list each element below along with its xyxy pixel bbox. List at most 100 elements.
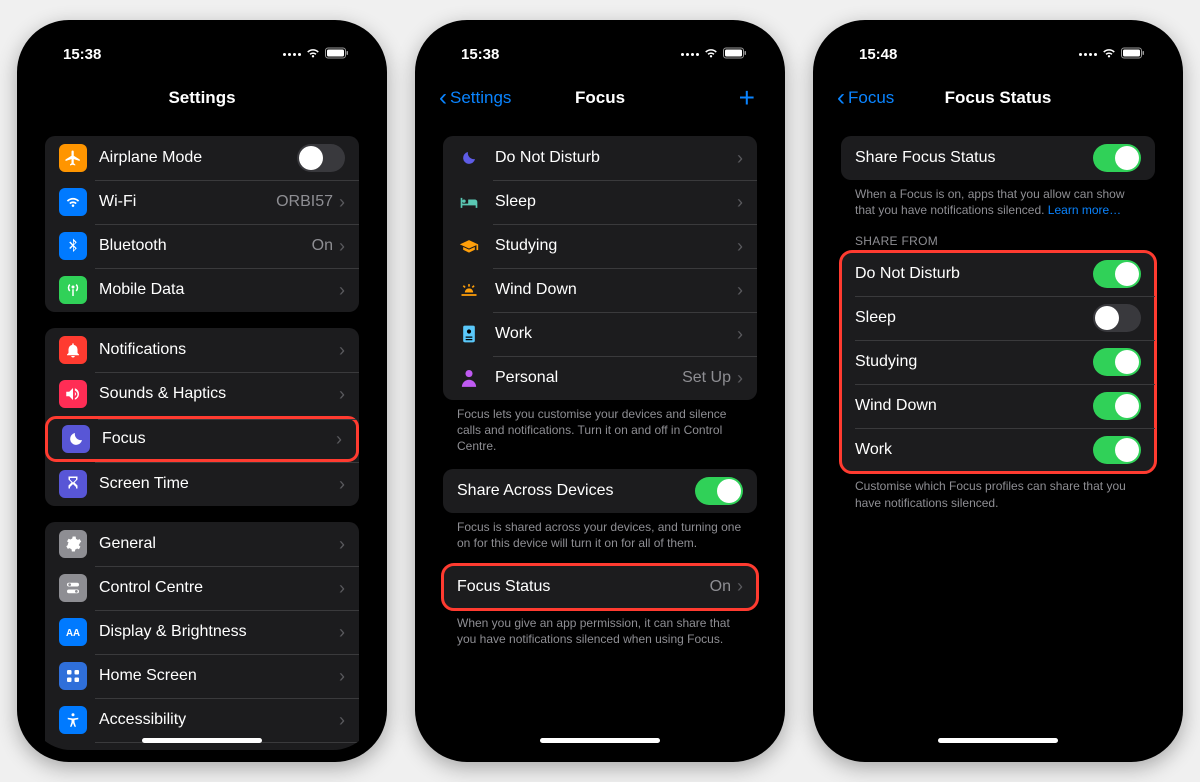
share-status-footer: When a Focus is on, apps that you allow … <box>841 180 1155 220</box>
home-indicator[interactable] <box>938 738 1058 743</box>
row-share-studying[interactable]: Studying <box>841 340 1155 384</box>
row-focus-status[interactable]: Focus Status On › <box>443 565 757 609</box>
row-share-focus-status[interactable]: Share Focus Status <box>841 136 1155 180</box>
share-from-footer: Customise which Focus profiles can share… <box>841 472 1155 512</box>
notch <box>923 32 1073 58</box>
row-label: Mobile Data <box>99 281 339 299</box>
settings-group-general: General › Control Centre › AA Display & … <box>45 522 359 750</box>
bluetooth-icon <box>59 232 87 260</box>
row-label: Sleep <box>855 309 1093 327</box>
add-button[interactable]: + <box>739 84 755 112</box>
row-label: Display & Brightness <box>99 623 339 641</box>
sunset-icon <box>457 282 481 298</box>
row-share-wind-down[interactable]: Wind Down <box>841 384 1155 428</box>
badge-icon <box>457 324 481 344</box>
nav-bar: Settings <box>29 76 375 120</box>
row-focus[interactable]: Focus › <box>45 416 359 462</box>
focus-status-footer: When you give an app permission, it can … <box>443 609 757 649</box>
row-studying[interactable]: Studying › <box>443 224 757 268</box>
row-label: Sleep <box>495 193 737 211</box>
row-personal[interactable]: Personal Set Up › <box>443 356 757 400</box>
row-sounds-haptics[interactable]: Sounds & Haptics › <box>45 372 359 416</box>
status-time: 15:48 <box>859 46 897 63</box>
home-indicator[interactable] <box>540 738 660 743</box>
grid-icon <box>59 662 87 690</box>
chevron-icon: › <box>339 710 345 731</box>
gear-icon <box>59 530 87 558</box>
row-label: Do Not Disturb <box>855 265 1093 283</box>
row-detail: ORBI57 <box>276 193 333 211</box>
signal-icon <box>1079 53 1097 56</box>
person-icon <box>457 369 481 387</box>
row-wallpaper[interactable]: Wallpaper › <box>45 742 359 750</box>
chevron-icon: › <box>339 384 345 405</box>
chevron-icon: › <box>339 236 345 257</box>
share-work-toggle[interactable] <box>1093 436 1141 464</box>
row-label: Studying <box>495 237 737 255</box>
moon-icon <box>62 425 90 453</box>
share-sleep-toggle[interactable] <box>1093 304 1141 332</box>
row-share-across-devices[interactable]: Share Across Devices <box>443 469 757 513</box>
row-work[interactable]: Work › <box>443 312 757 356</box>
row-display-brightness[interactable]: AA Display & Brightness › <box>45 610 359 654</box>
notch <box>525 32 675 58</box>
row-label: General <box>99 535 339 553</box>
signal-icon <box>681 53 699 56</box>
row-wifi[interactable]: Wi-Fi ORBI57 › <box>45 180 359 224</box>
share-dnd-toggle[interactable] <box>1093 260 1141 288</box>
row-label: Accessibility <box>99 711 339 729</box>
graduation-cap-icon <box>457 238 481 254</box>
row-control-centre[interactable]: Control Centre › <box>45 566 359 610</box>
row-share-sleep[interactable]: Sleep <box>841 296 1155 340</box>
share-across-group: Share Across Devices <box>443 469 757 513</box>
chevron-icon: › <box>737 148 743 169</box>
notch <box>127 32 277 58</box>
row-screen-time[interactable]: Screen Time › <box>45 462 359 506</box>
row-detail: On <box>312 237 333 255</box>
home-indicator[interactable] <box>142 738 262 743</box>
chevron-icon: › <box>336 429 342 450</box>
learn-more-link[interactable]: Learn more… <box>1048 203 1121 217</box>
focus-modes-group: Do Not Disturb › Sleep › Studying › Wind… <box>443 136 757 400</box>
row-share-work[interactable]: Work <box>841 428 1155 472</box>
wifi-status-icon <box>703 46 719 63</box>
row-do-not-disturb[interactable]: Do Not Disturb › <box>443 136 757 180</box>
share-studying-toggle[interactable] <box>1093 348 1141 376</box>
share-wind-down-toggle[interactable] <box>1093 392 1141 420</box>
row-label: Focus Status <box>457 578 710 596</box>
settings-group-connectivity: Airplane Mode Wi-Fi ORBI57 › Bluetooth O… <box>45 136 359 312</box>
bell-icon <box>59 336 87 364</box>
row-label: Wi-Fi <box>99 193 276 211</box>
switches-icon <box>59 574 87 602</box>
row-home-screen[interactable]: Home Screen › <box>45 654 359 698</box>
share-focus-status-group: Share Focus Status <box>841 136 1155 180</box>
row-accessibility[interactable]: Accessibility › <box>45 698 359 742</box>
back-button[interactable]: ‹ Focus <box>837 84 894 112</box>
row-sleep[interactable]: Sleep › <box>443 180 757 224</box>
airplane-toggle[interactable] <box>297 144 345 172</box>
row-bluetooth[interactable]: Bluetooth On › <box>45 224 359 268</box>
row-label: Share Across Devices <box>457 482 695 500</box>
row-label: Wind Down <box>855 397 1093 415</box>
share-across-toggle[interactable] <box>695 477 743 505</box>
row-airplane-mode[interactable]: Airplane Mode <box>45 136 359 180</box>
chevron-icon: › <box>339 666 345 687</box>
row-general[interactable]: General › <box>45 522 359 566</box>
back-button[interactable]: ‹ Settings <box>439 84 511 112</box>
page-title: Settings <box>168 88 235 108</box>
share-focus-status-toggle[interactable] <box>1093 144 1141 172</box>
page-title: Focus Status <box>945 88 1052 108</box>
share-from-group: Do Not Disturb Sleep Studying Wind Down … <box>841 252 1155 472</box>
row-label: Work <box>495 325 737 343</box>
chevron-icon: › <box>339 340 345 361</box>
share-across-footer: Focus is shared across your devices, and… <box>443 513 757 553</box>
row-share-dnd[interactable]: Do Not Disturb <box>841 252 1155 296</box>
row-mobile-data[interactable]: Mobile Data › <box>45 268 359 312</box>
row-label: Wind Down <box>495 281 737 299</box>
row-label: Notifications <box>99 341 339 359</box>
chevron-icon: › <box>737 368 743 389</box>
phone-focus: 15:38 ‹ Settings Focus + Do Not Disturb … <box>415 20 785 762</box>
row-wind-down[interactable]: Wind Down › <box>443 268 757 312</box>
row-label: Sounds & Haptics <box>99 385 339 403</box>
row-notifications[interactable]: Notifications › <box>45 328 359 372</box>
